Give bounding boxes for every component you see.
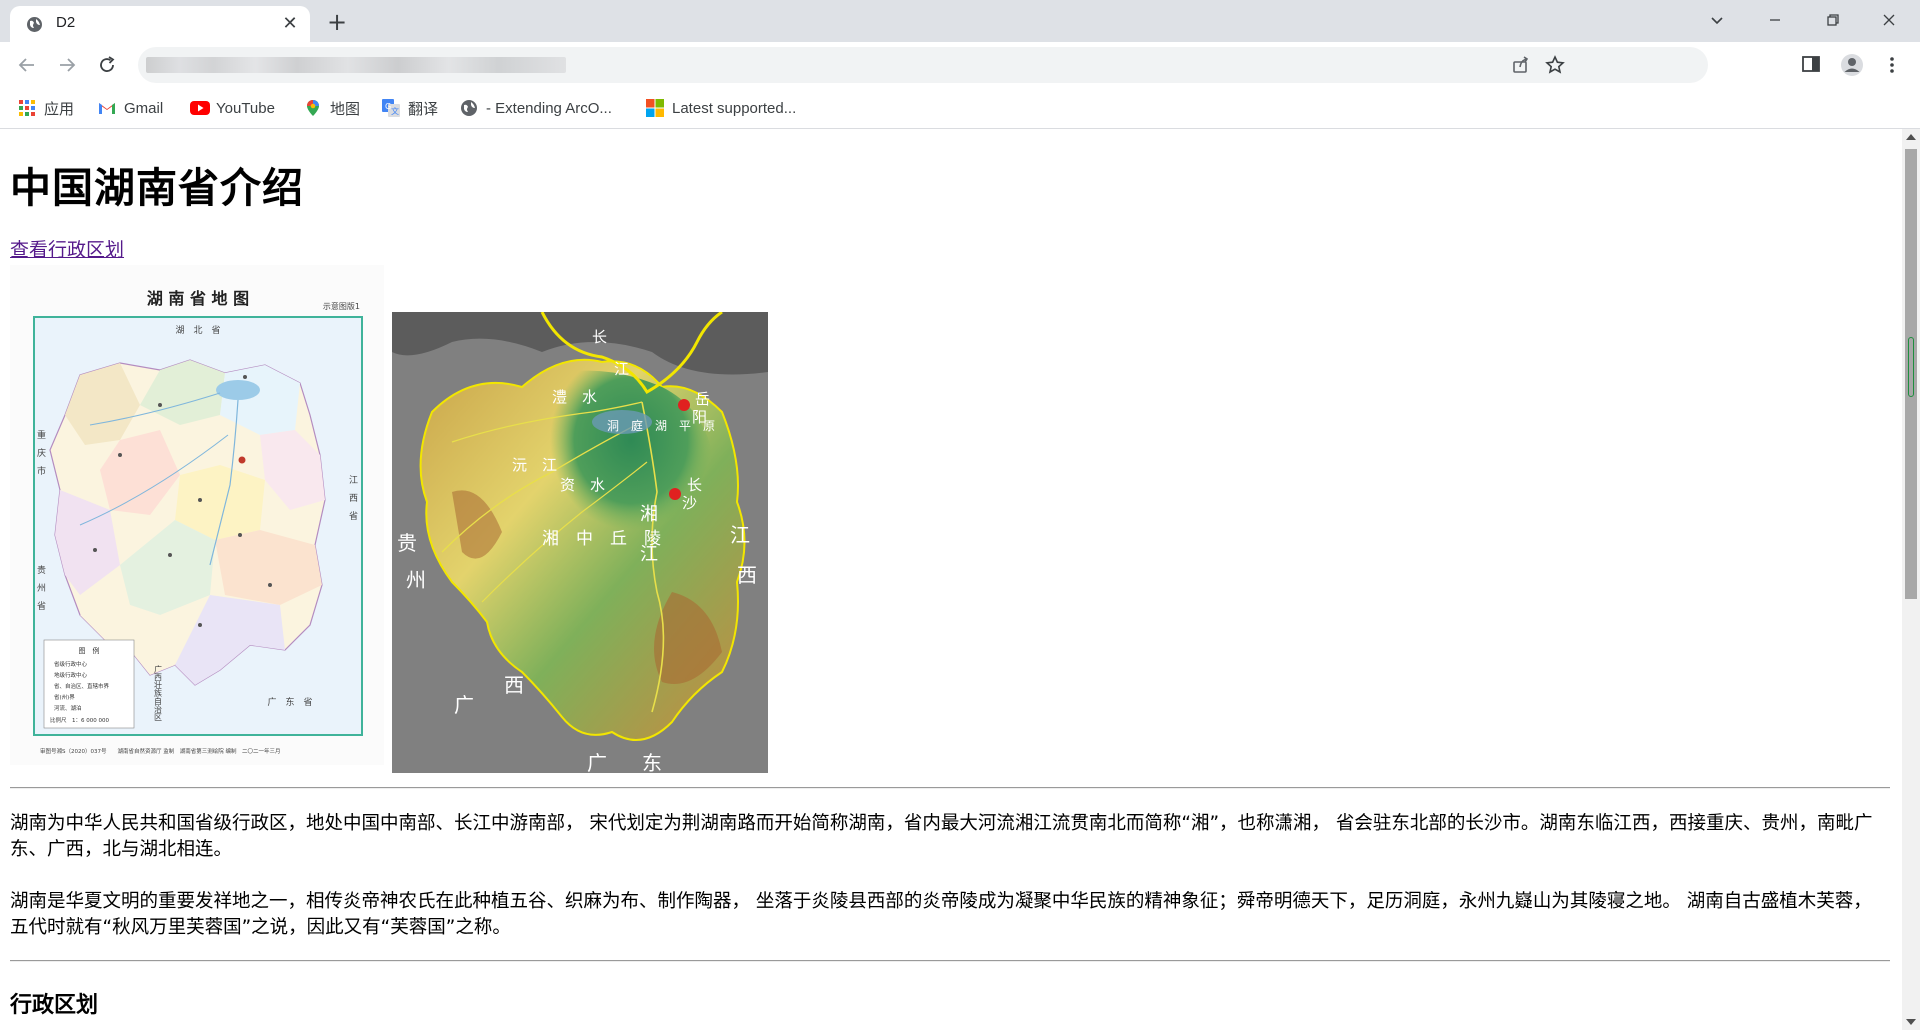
map1-subtitle: 示意图版1 [323, 301, 360, 311]
terrain-label: 西 [504, 673, 524, 697]
map1-legend-item: 河流、湖泊 [54, 704, 82, 712]
tab-search-button[interactable] [1694, 6, 1740, 36]
bookmark-label: 地图 [330, 100, 361, 118]
scroll-highlight-marker [1908, 337, 1914, 397]
hunan-admin-map[interactable]: 湖 南 省 地 图 示意图版1 湖 北 省 重 庆 市 贵 州 省 江 西 省 … [10, 265, 384, 765]
map1-scale: 比例尺 1：6 000 000 [50, 716, 109, 724]
side-panel-icon[interactable] [1800, 53, 1824, 77]
profile-avatar-icon[interactable] [1840, 53, 1864, 77]
map1-border-east: 江 西 省 [347, 475, 358, 521]
globe-icon [26, 16, 43, 33]
section-heading: 行政区划 [10, 993, 99, 1018]
map1-title: 湖 南 省 地 图 [147, 289, 249, 308]
terrain-label: 资 水 [560, 476, 605, 494]
more-menu-icon[interactable] [1880, 53, 1904, 77]
apps-grid-icon [18, 99, 36, 117]
bookmark-label: Latest supported... [672, 99, 797, 117]
bookmark-maps[interactable]: 地图 [304, 96, 360, 120]
restore-button[interactable] [1810, 6, 1856, 36]
bookmark-label: 翻译 [408, 100, 439, 118]
map1-border-guangxi: 广西壮族自治区 [154, 664, 163, 721]
svg-text:文: 文 [391, 106, 399, 116]
new-tab-button[interactable]: + [324, 10, 350, 36]
gmail-icon [98, 99, 116, 117]
page-scrollbar[interactable] [1902, 129, 1920, 1030]
map1-legend-item: 省、自治区、直辖市界 [54, 682, 110, 690]
map1-border-southwest: 贵 州 省 [35, 564, 46, 611]
map1-legend-item: 地级行政中心 [54, 671, 88, 679]
tab-strip: D2 ✕ + [0, 0, 1920, 42]
map1-legend-item: 省级行政中心 [54, 660, 88, 668]
terrain-label: 湘 中 丘 陵 [542, 529, 661, 549]
map1-border-west: 重 庆 市 [35, 429, 46, 476]
page-title: 中国湖南省介绍 [10, 164, 304, 212]
terrain-label: 沅 江 [512, 456, 557, 474]
forward-button[interactable] [52, 50, 82, 80]
scroll-up-arrow-icon[interactable] [1906, 134, 1916, 140]
terrain-label: 广 [587, 751, 607, 773]
close-tab-icon[interactable]: ✕ [280, 14, 300, 34]
minimize-button[interactable] [1752, 6, 1798, 36]
bookmark-label: Gmail [124, 99, 164, 117]
bookmark-latest-supported[interactable]: Latest supported... [646, 96, 796, 120]
map1-border-north: 湖 北 省 [175, 324, 220, 336]
bookmark-label: 应用 [44, 100, 75, 118]
translate-icon: G文 [382, 99, 400, 117]
bookmark-star-icon[interactable] [1544, 54, 1566, 76]
terrain-label: 贵 [397, 531, 417, 555]
bookmark-label: - Extending ArcO... [486, 99, 612, 117]
divider [10, 960, 1890, 962]
bookmark-gmail[interactable]: Gmail [98, 96, 163, 120]
terrain-label: 西 [737, 563, 757, 587]
terrain-label: 州 [406, 568, 426, 592]
windows-icon [646, 99, 664, 117]
map1-footer: 审图号湘S（2020）037号 湖南省自然资源厅 监制 湖南省第三测绘院 编制 … [40, 747, 281, 755]
reload-button[interactable] [92, 50, 122, 80]
terrain-label: 岳 [695, 390, 710, 408]
tab-title: D2 [56, 14, 76, 31]
map1-border-south: 广 东 省 [267, 696, 312, 708]
terrain-label: 湘 [640, 504, 658, 525]
terrain-label: 阳 [692, 408, 707, 426]
terrain-label: 江 [614, 360, 629, 378]
terrain-label: 长 [687, 476, 702, 494]
bookmark-youtube[interactable]: YouTube [190, 96, 275, 120]
history-paragraph: 湖南是华夏文明的重要发祥地之一，相传炎帝神农氏在此种植五谷、织麻为布、制作陶器，… [10, 891, 1872, 938]
bookmark-label: YouTube [216, 99, 275, 117]
terrain-label: 澧 水 [552, 388, 597, 406]
intro-paragraph: 湖南为中华人民共和国省级行政区，地处中国中南部、长江中游南部， 宋代划定为荆湖南… [10, 813, 1873, 860]
terrain-label: 沙 [682, 494, 697, 512]
address-bar[interactable] [138, 47, 1708, 83]
terrain-label: 东 [642, 751, 662, 773]
browser-tab[interactable]: D2 ✕ [10, 6, 310, 42]
page-viewport: 中国湖南省介绍 查看行政区划 湖 南 省 地 图 示意图版1 湖 北 省 重 庆… [0, 129, 1902, 1030]
map1-legend-title: 图 例 [79, 646, 100, 655]
bookmark-apps[interactable]: 应用 [18, 96, 74, 120]
terrain-label: 长 [592, 328, 607, 346]
terrain-label: 广 [454, 693, 474, 717]
close-window-button[interactable] [1866, 6, 1912, 36]
globe-icon [460, 99, 478, 117]
terrain-label: 江 [730, 523, 750, 547]
view-divisions-link[interactable]: 查看行政区划 [10, 235, 124, 262]
browser-toolbar [0, 42, 1920, 88]
blurred-url [146, 57, 566, 73]
bookmark-translate[interactable]: G文 翻译 [382, 96, 438, 120]
scroll-down-arrow-icon[interactable] [1906, 1019, 1916, 1025]
bookmark-extending-arco[interactable]: - Extending ArcO... [460, 96, 612, 120]
map1-legend-item: 省(州)界 [54, 693, 75, 701]
share-icon[interactable] [1510, 54, 1532, 76]
hunan-terrain-map[interactable]: 长 江 澧 水 洞 庭 湖 平 原 岳 阳 沅 江 资 水 长 沙 湘 江 湘 … [392, 312, 768, 773]
youtube-icon [190, 99, 210, 117]
back-button[interactable] [12, 50, 42, 80]
divider [10, 787, 1890, 789]
bookmarks-bar: 应用 Gmail YouTube 地图 G文 翻译 - Extending Ar… [0, 88, 1920, 129]
maps-pin-icon [304, 99, 322, 117]
